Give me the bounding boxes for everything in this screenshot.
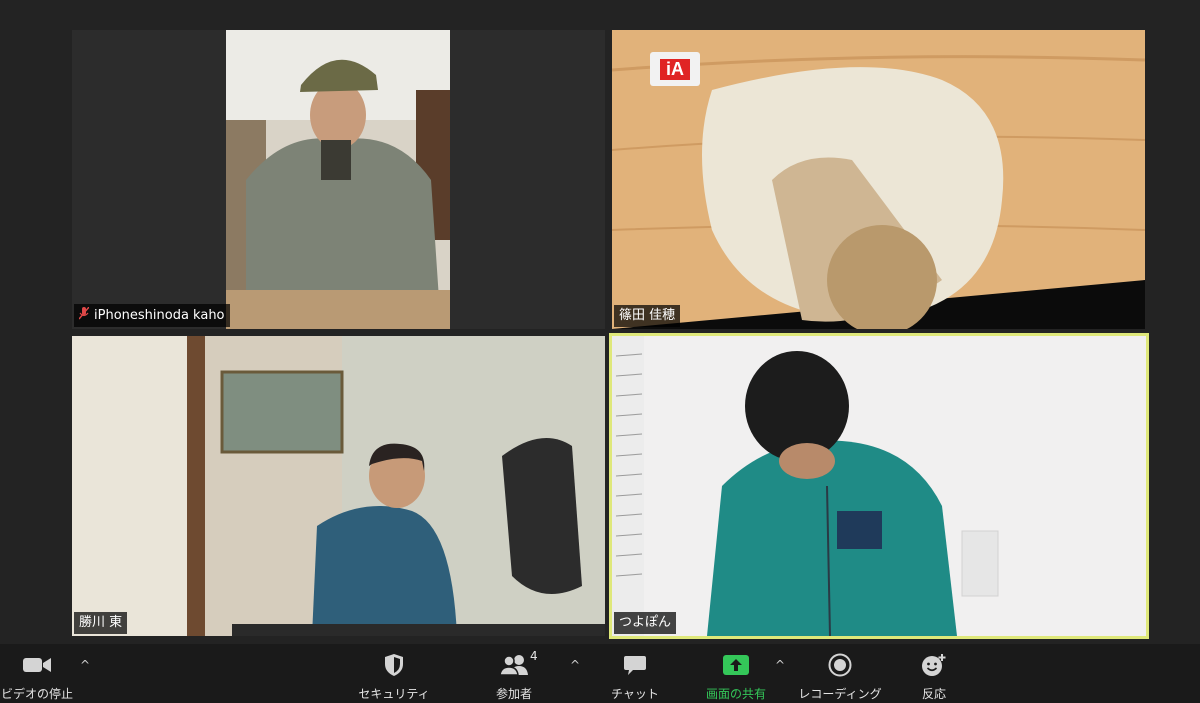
participants-count: 4 xyxy=(530,649,538,663)
participant-video-4 xyxy=(612,336,1146,636)
shield-icon xyxy=(383,652,405,677)
participant-name: 勝川 東 xyxy=(79,615,123,630)
smiley-plus-icon xyxy=(921,652,947,677)
participant-name-label: つよぽん xyxy=(614,612,677,634)
stop-video-button[interactable]: ビデオの停止 xyxy=(0,652,82,702)
reactions-button[interactable]: 反応 xyxy=(889,652,979,702)
chat-button[interactable]: チャット xyxy=(590,652,680,702)
mic-muted-icon xyxy=(78,306,90,324)
meeting-toolbar: ビデオの停止 ^ セキュリティ 4 参加者 ^ チャット 画面の共有 ^ レコー… xyxy=(0,644,1200,703)
people-icon: 4 xyxy=(499,649,538,677)
share-screen-icon xyxy=(722,652,750,677)
video-tile-3[interactable]: 勝川 東 xyxy=(72,336,605,636)
ia-badge: iA xyxy=(650,52,700,86)
video-camera-icon xyxy=(22,652,52,677)
record-icon xyxy=(828,652,852,677)
video-tile-2[interactable]: iA 篠田 佳穂 xyxy=(612,30,1145,329)
participant-name-label: iPhoneshinoda kaho xyxy=(74,304,230,327)
chat-bubble-icon xyxy=(623,652,647,677)
participant-name-label: 篠田 佳穂 xyxy=(614,305,681,327)
participant-video-1 xyxy=(226,30,450,329)
participant-name: 篠田 佳穂 xyxy=(619,308,676,323)
participant-name-label: 勝川 東 xyxy=(74,612,128,634)
participants-options-caret[interactable]: ^ xyxy=(568,658,582,672)
video-tile-1[interactable]: iPhoneshinoda kaho xyxy=(72,30,605,329)
participant-name: つよぽん xyxy=(619,615,672,630)
participant-video-3 xyxy=(72,336,605,636)
security-button[interactable]: セキュリティ xyxy=(349,652,439,702)
participants-button[interactable]: 4 参加者 xyxy=(469,649,559,702)
video-tile-4-active-speaker[interactable]: つよぽん xyxy=(609,333,1149,639)
participant-name: iPhoneshinoda kaho xyxy=(94,307,225,323)
share-screen-button[interactable]: 画面の共有 xyxy=(691,652,781,702)
share-options-caret[interactable]: ^ xyxy=(773,658,787,672)
record-button[interactable]: レコーディング xyxy=(795,652,885,702)
video-options-caret[interactable]: ^ xyxy=(78,658,92,672)
